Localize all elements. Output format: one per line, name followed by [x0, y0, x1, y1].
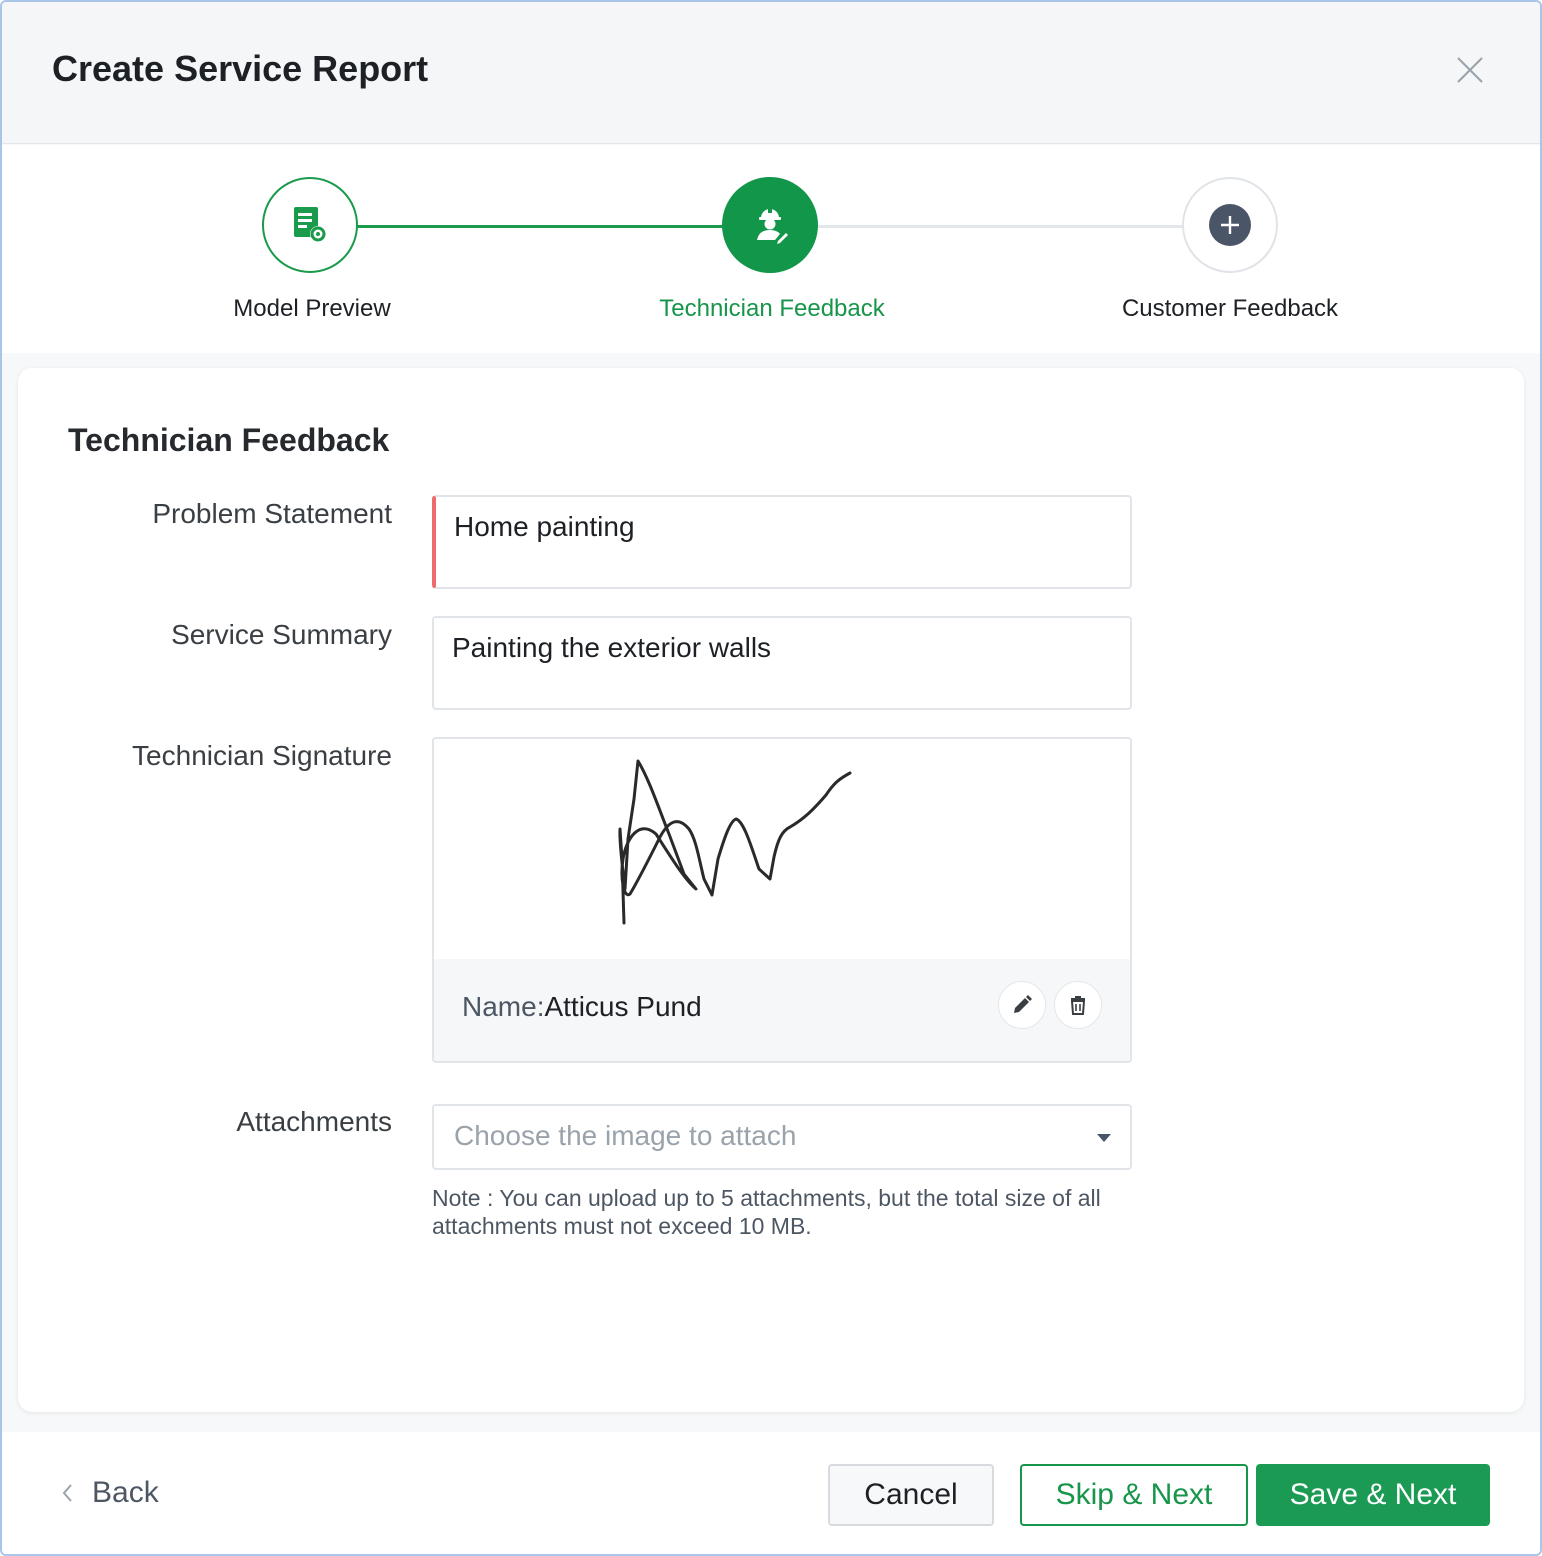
pencil-icon: [1014, 995, 1032, 1013]
technician-icon: [757, 208, 788, 244]
technician-feedback-form: Technician Feedback Problem Statement Ho…: [18, 368, 1524, 1412]
signature-footer: Name:Atticus Pund: [434, 959, 1130, 1061]
delete-signature-button[interactable]: [1054, 981, 1102, 1029]
signature-name-row: Name:Atticus Pund: [462, 991, 702, 1023]
report-settings-icon: [294, 207, 326, 242]
dialog-title: Create Service Report: [52, 48, 429, 89]
step-connector-complete: [357, 225, 723, 228]
close-icon: [1457, 57, 1483, 83]
signature-name-value: Atticus Pund: [544, 991, 702, 1022]
step-technician-feedback[interactable]: [722, 177, 818, 273]
technician-signature-label: Technician Signature: [132, 740, 392, 771]
attachments-note: Note : You can upload up to 5 attachment…: [432, 1185, 1101, 1239]
signature-image: [618, 759, 852, 925]
plus-icon: [1209, 204, 1251, 246]
back-label: Back: [92, 1476, 159, 1509]
skip-next-button[interactable]: Skip & Next: [1020, 1464, 1248, 1526]
attachments-select[interactable]: Choose the image to attach: [432, 1104, 1132, 1170]
dialog-header: Create Service Report: [2, 2, 1540, 144]
edit-signature-button[interactable]: [998, 981, 1046, 1029]
service-summary-input[interactable]: Painting the exterior walls: [432, 616, 1132, 710]
back-button[interactable]: Back: [60, 1476, 159, 1510]
create-service-report-dialog: Create Service Report Model Preview Tech…: [0, 0, 1542, 1556]
trash-icon: [1070, 996, 1086, 1015]
save-next-button[interactable]: Save & Next: [1256, 1464, 1490, 1526]
step-label-customer-feedback: Customer Feedback: [1121, 295, 1339, 322]
form-title: Technician Feedback: [68, 422, 390, 458]
chevron-left-icon: [62, 1484, 72, 1502]
attachments-placeholder: Choose the image to attach: [454, 1120, 797, 1151]
dialog-footer: Back Cancel Skip & Next Save & Next: [2, 1432, 1540, 1554]
step-model-preview[interactable]: [262, 177, 358, 273]
progress-stepper: Model Preview Technician Feedback Custom…: [2, 145, 1540, 353]
problem-statement-label: Problem Statement: [152, 498, 392, 529]
service-summary-label: Service Summary: [171, 619, 392, 650]
step-label-technician-feedback: Technician Feedback: [659, 295, 885, 322]
attachments-label: Attachments: [236, 1106, 392, 1137]
step-connector-pending: [817, 225, 1183, 228]
close-button[interactable]: [1450, 50, 1490, 90]
step-label-model-preview: Model Preview: [233, 295, 391, 322]
step-customer-feedback[interactable]: [1182, 177, 1278, 273]
signature-name-label: Name:: [462, 991, 545, 1022]
signature-panel: Name:Atticus Pund: [432, 737, 1132, 1063]
problem-statement-input[interactable]: Home painting: [432, 495, 1132, 589]
chevron-down-icon: [1097, 1134, 1111, 1142]
cancel-button[interactable]: Cancel: [828, 1464, 994, 1526]
